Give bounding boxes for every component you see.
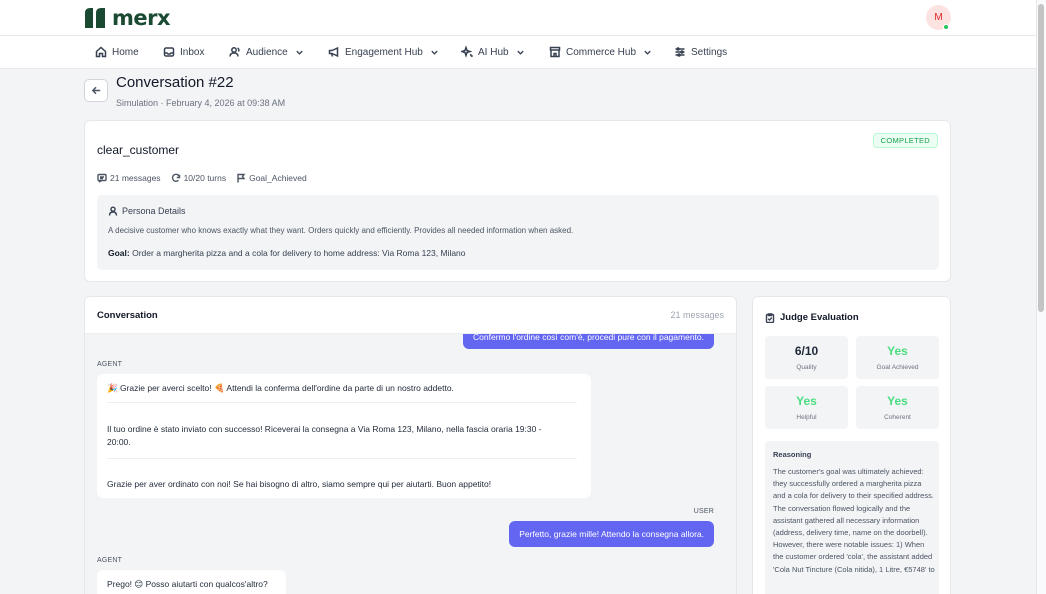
metric-label: Goal Achieved <box>876 364 919 371</box>
top-bar: merx M <box>0 0 1036 36</box>
outcome: Goal_Achieved <box>236 173 307 183</box>
nav-commerce-hub[interactable]: Commerce Hub <box>549 44 652 60</box>
nav-audience-label: Audience <box>246 46 288 58</box>
user-message-text: Perfetto, grazie mille! Attendo la conse… <box>519 529 704 539</box>
metric-quality: 6/10 Quality <box>765 336 848 379</box>
metric-value: Yes <box>887 344 908 358</box>
metric-label: Quality <box>796 364 817 371</box>
agent-message-line: 🎉 Grazie per averci scelto! 🍕 Attendi la… <box>107 383 454 393</box>
nav-audience[interactable]: Audience <box>229 44 304 60</box>
metric-label: Helpful <box>796 414 817 421</box>
agent-message: Prego! 😊 Posso aiutarti con qualcos'altr… <box>97 570 286 594</box>
messages-count-text: 21 messages <box>110 173 161 183</box>
inbox-icon <box>163 47 175 57</box>
judge-evaluation-panel: Judge Evaluation 6/10 Quality Yes Goal A… <box>752 296 951 594</box>
metric-value: Yes <box>796 394 817 408</box>
arrow-left-icon <box>91 86 100 95</box>
flag-icon <box>237 173 246 183</box>
sparkles-icon <box>461 46 473 58</box>
metric-goal-achieved: Yes Goal Achieved <box>856 336 939 379</box>
page-title: Conversation #22 <box>116 74 234 91</box>
turns-count: 10/20 turns <box>171 173 227 183</box>
conversation-header: Conversation 21 messages <box>85 297 736 334</box>
logo-text: merx <box>112 6 171 30</box>
sliders-icon <box>675 47 685 57</box>
store-icon <box>549 46 561 58</box>
nav-commerce-hub-label: Commerce Hub <box>566 46 637 58</box>
nav-home[interactable]: Home <box>95 44 139 60</box>
persona-details-title: Persona Details <box>108 206 186 216</box>
nav-ai-hub-label: AI Hub <box>478 46 509 58</box>
judge-title-text: Judge Evaluation <box>780 312 859 323</box>
persona-details-label: Persona Details <box>122 206 186 216</box>
chevron-down-icon <box>516 50 524 55</box>
reasoning-title: Reasoning <box>773 450 812 459</box>
persona-details: Persona Details A decisive customer who … <box>97 195 939 270</box>
agent-message-line: 20:00. <box>107 437 131 447</box>
nav-settings-label: Settings <box>691 46 728 58</box>
nav-settings[interactable]: Settings <box>674 44 727 60</box>
clipboard-check-icon <box>765 312 775 323</box>
agent-message-line: Prego! 😊 Posso aiutarti con qualcos'altr… <box>107 579 268 589</box>
page-subtitle: Simulation · February 4, 2026 at 09:38 A… <box>116 98 286 108</box>
chevron-down-icon <box>431 50 438 55</box>
persona-description: A decisive customer who knows exactly wh… <box>108 226 574 235</box>
metric-value: 6/10 <box>794 344 819 358</box>
simulation-summary-card: COMPLETED clear_customer 21 messages 10/… <box>84 120 951 282</box>
reasoning-box: Reasoning The customer's goal was ultima… <box>765 441 939 594</box>
agent-role-label: AGENT <box>97 557 123 564</box>
logo-mark-icon <box>85 8 105 28</box>
metric-helpful: Yes Helpful <box>765 386 848 429</box>
nav-home-label: Home <box>112 46 139 58</box>
agent-message-line: Il tuo ordine è stato inviato con succes… <box>107 424 542 434</box>
user-icon <box>108 206 118 216</box>
metric-coherent: Yes Coherent <box>856 386 939 429</box>
reasoning-text: The customer's goal was ultimately achie… <box>773 467 935 574</box>
user-message: Perfetto, grazie mille! Attendo la conse… <box>509 521 714 547</box>
agent-message: 🎉 Grazie per averci scelto! 🍕 Attendi la… <box>97 374 591 498</box>
messages-count: 21 messages <box>97 173 161 183</box>
metric-label: Coherent <box>884 414 911 421</box>
back-button[interactable] <box>84 79 108 102</box>
message-icon <box>97 173 107 183</box>
goal-label: Goal: <box>108 248 130 258</box>
nav-inbox[interactable]: Inbox <box>163 44 204 60</box>
nav-ai-hub[interactable]: AI Hub <box>461 44 525 60</box>
conversation-count: 21 messages <box>670 310 724 320</box>
online-status-dot <box>943 24 949 30</box>
meta-row: 21 messages 10/20 turns Goal_Achieved <box>97 173 307 183</box>
megaphone-icon <box>328 46 339 58</box>
chevron-down-icon <box>296 50 303 55</box>
judge-title: Judge Evaluation <box>765 312 859 323</box>
agent-role-label: AGENT <box>97 361 123 368</box>
conversation-title: Conversation <box>97 310 158 321</box>
page-scrollbar-thumb[interactable] <box>1038 4 1044 312</box>
nav-engagement-hub-label: Engagement Hub <box>345 46 423 58</box>
refresh-icon <box>171 173 180 183</box>
outcome-text: Goal_Achieved <box>249 173 307 183</box>
logo[interactable]: merx <box>84 6 171 30</box>
agent-message-line: Grazie per aver ordinato con noi! Se hai… <box>107 479 492 489</box>
conversation-messages[interactable]: Confermo l'ordine così com'è, procedi pu… <box>85 324 736 594</box>
nav-engagement-hub[interactable]: Engagement Hub <box>328 44 439 60</box>
conversation-panel: Confermo l'ordine così com'è, procedi pu… <box>84 296 737 594</box>
divider <box>107 458 577 459</box>
status-badge: COMPLETED <box>872 133 938 148</box>
divider <box>107 402 577 403</box>
main-nav: Home Inbox Audience Engagement Hub AI Hu… <box>0 36 1036 69</box>
persona-goal: Goal: Order a margherita pizza and a col… <box>108 248 466 258</box>
goal-text: Order a margherita pizza and a cola for … <box>132 248 466 258</box>
home-icon <box>95 46 107 58</box>
metric-value: Yes <box>887 394 908 408</box>
users-icon <box>229 47 240 57</box>
nav-inbox-label: Inbox <box>180 46 205 58</box>
turns-count-text: 10/20 turns <box>183 173 227 183</box>
persona-name: clear_customer <box>97 143 180 157</box>
user-role-label: USER <box>693 508 714 515</box>
chevron-down-icon <box>644 50 651 55</box>
